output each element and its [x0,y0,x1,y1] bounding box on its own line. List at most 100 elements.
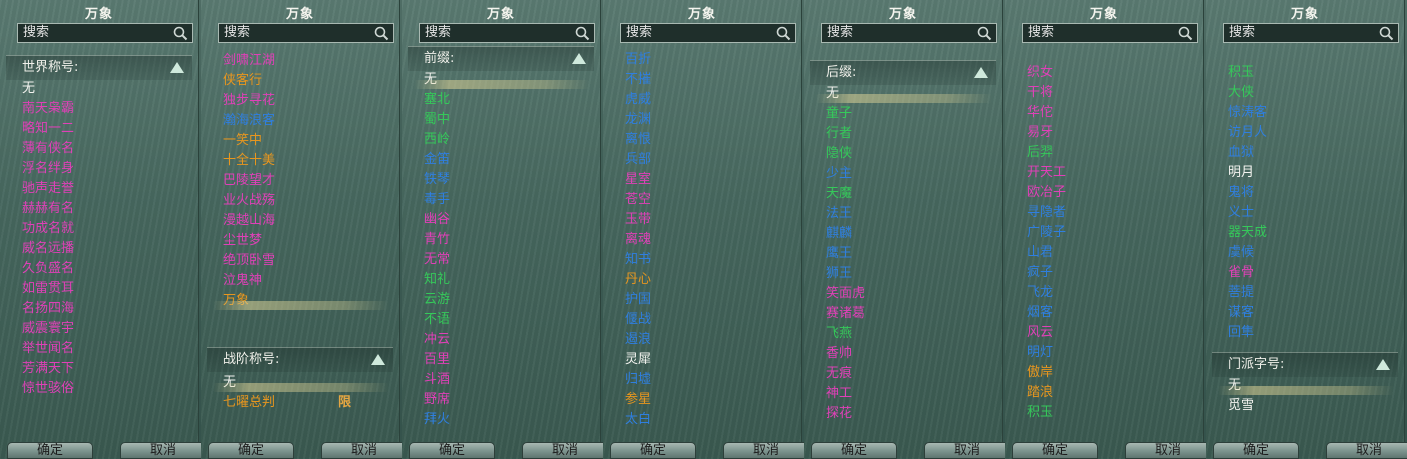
search-icon[interactable] [1379,26,1394,41]
list-item[interactable]: 后羿 [1005,143,1203,163]
search-input[interactable]: 搜索 [218,23,394,43]
list-item[interactable]: 广陵子 [1005,223,1203,243]
list-item[interactable]: 开天工 [1005,163,1203,183]
list-item[interactable]: 血狱 [1206,143,1404,163]
list-item[interactable]: 惊涛客 [1206,103,1404,123]
list-item[interactable]: 无 [1206,376,1404,396]
list-item[interactable]: 护国 [603,290,801,310]
list-item[interactable]: 威震寰宇 [0,319,198,339]
list-item[interactable]: 瀚海浪客 [201,111,399,131]
search-input[interactable]: 搜索 [17,23,193,43]
list-item[interactable]: 赛诸葛 [804,304,1002,324]
cancel-button[interactable]: 取消 [924,442,1010,459]
confirm-button[interactable]: 确定 [1213,442,1299,459]
search-icon[interactable] [374,26,389,41]
list-item[interactable]: 干将 [1005,83,1203,103]
list-item[interactable]: 雀骨 [1206,263,1404,283]
confirm-button[interactable]: 确定 [409,442,495,459]
list-item[interactable]: 业火战殇 [201,191,399,211]
list-item[interactable]: 星室 [603,170,801,190]
list-item[interactable]: 无 [201,373,399,393]
search-icon[interactable] [575,26,590,41]
list-item[interactable]: 偃战 [603,310,801,330]
list-item[interactable]: 少主 [804,164,1002,184]
list-item[interactable]: 积玉 [1206,63,1404,83]
list-item[interactable]: 幽谷 [402,210,600,230]
list-item[interactable]: 积玉 [1005,403,1203,423]
list-item[interactable]: 无 [804,84,1002,104]
list-item[interactable]: 无常 [402,250,600,270]
list-item[interactable]: 百里 [402,350,600,370]
list-item[interactable]: 云游 [402,290,600,310]
collapse-triangle-icon[interactable] [170,62,184,73]
list-item[interactable]: 虎威 [603,90,801,110]
list-item[interactable]: 无 [0,79,198,99]
section-header[interactable]: 世界称号: [6,55,192,80]
list-item[interactable]: 南天枭霸 [0,99,198,119]
list-item[interactable]: 泣鬼神 [201,271,399,291]
list-item[interactable]: 狮王 [804,264,1002,284]
list-item[interactable]: 野席 [402,390,600,410]
list-item[interactable]: 尘世梦 [201,231,399,251]
list-item[interactable]: 名扬四海 [0,299,198,319]
list-item[interactable]: 踏浪 [1005,383,1203,403]
list-item[interactable]: 西岭 [402,130,600,150]
list-item[interactable]: 寻隐者 [1005,203,1203,223]
list-item[interactable]: 拜火 [402,410,600,430]
list-item[interactable]: 举世闻名 [0,339,198,359]
section-header[interactable]: 后缀: [810,60,996,85]
list-item[interactable]: 麒麟 [804,224,1002,244]
list-item[interactable]: 灵犀 [603,350,801,370]
list-item[interactable]: 易牙 [1005,123,1203,143]
list-item[interactable]: 威名远播 [0,239,198,259]
search-input[interactable]: 搜索 [1223,23,1399,43]
list-item[interactable]: 归墟 [603,370,801,390]
cancel-button[interactable]: 取消 [120,442,206,459]
list-item[interactable]: 金笛 [402,150,600,170]
list-item[interactable]: 飞龙 [1005,283,1203,303]
list-item[interactable]: 毒手 [402,190,600,210]
collapse-triangle-icon[interactable] [371,354,385,365]
list-item[interactable]: 龙渊 [603,110,801,130]
list-item[interactable]: 赫赫有名 [0,199,198,219]
list-item[interactable]: 十全十美 [201,151,399,171]
search-input[interactable]: 搜索 [1022,23,1198,43]
list-item[interactable]: 知书 [603,250,801,270]
search-input[interactable]: 搜索 [419,23,595,43]
list-item[interactable]: 百折 [603,50,801,70]
list-item[interactable]: 万象 [201,291,399,311]
search-icon[interactable] [173,26,188,41]
list-item[interactable]: 塞北 [402,90,600,110]
cancel-button[interactable]: 取消 [1326,442,1407,459]
confirm-button[interactable]: 确定 [208,442,294,459]
list-item[interactable]: 独步寻花 [201,91,399,111]
list-item[interactable]: 蜀中 [402,110,600,130]
list-item[interactable]: 神工 [804,384,1002,404]
list-item[interactable]: 鹰王 [804,244,1002,264]
list-item[interactable]: 略知一二 [0,119,198,139]
list-item[interactable]: 苍空 [603,190,801,210]
cancel-button[interactable]: 取消 [723,442,809,459]
cancel-button[interactable]: 取消 [321,442,407,459]
list-item[interactable]: 天魔 [804,184,1002,204]
list-item[interactable]: 太白 [603,410,801,430]
section-header[interactable]: 门派字号: [1212,352,1398,377]
list-item[interactable]: 驰声走誉 [0,179,198,199]
search-icon[interactable] [776,26,791,41]
list-item[interactable]: 回隼 [1206,323,1404,343]
collapse-triangle-icon[interactable] [572,53,586,64]
list-item[interactable]: 鬼将 [1206,183,1404,203]
list-item[interactable]: 疯子 [1005,263,1203,283]
confirm-button[interactable]: 确定 [811,442,897,459]
list-item[interactable]: 欧冶子 [1005,183,1203,203]
search-icon[interactable] [977,26,992,41]
cancel-button[interactable]: 取消 [522,442,608,459]
list-item[interactable]: 知礼 [402,270,600,290]
confirm-button[interactable]: 确定 [1012,442,1098,459]
list-item[interactable]: 漫越山海 [201,211,399,231]
list-item[interactable]: 菩提 [1206,283,1404,303]
list-item[interactable]: 童子 [804,104,1002,124]
list-item[interactable]: 笑面虎 [804,284,1002,304]
list-item[interactable]: 如雷贯耳 [0,279,198,299]
list-item[interactable]: 青竹 [402,230,600,250]
